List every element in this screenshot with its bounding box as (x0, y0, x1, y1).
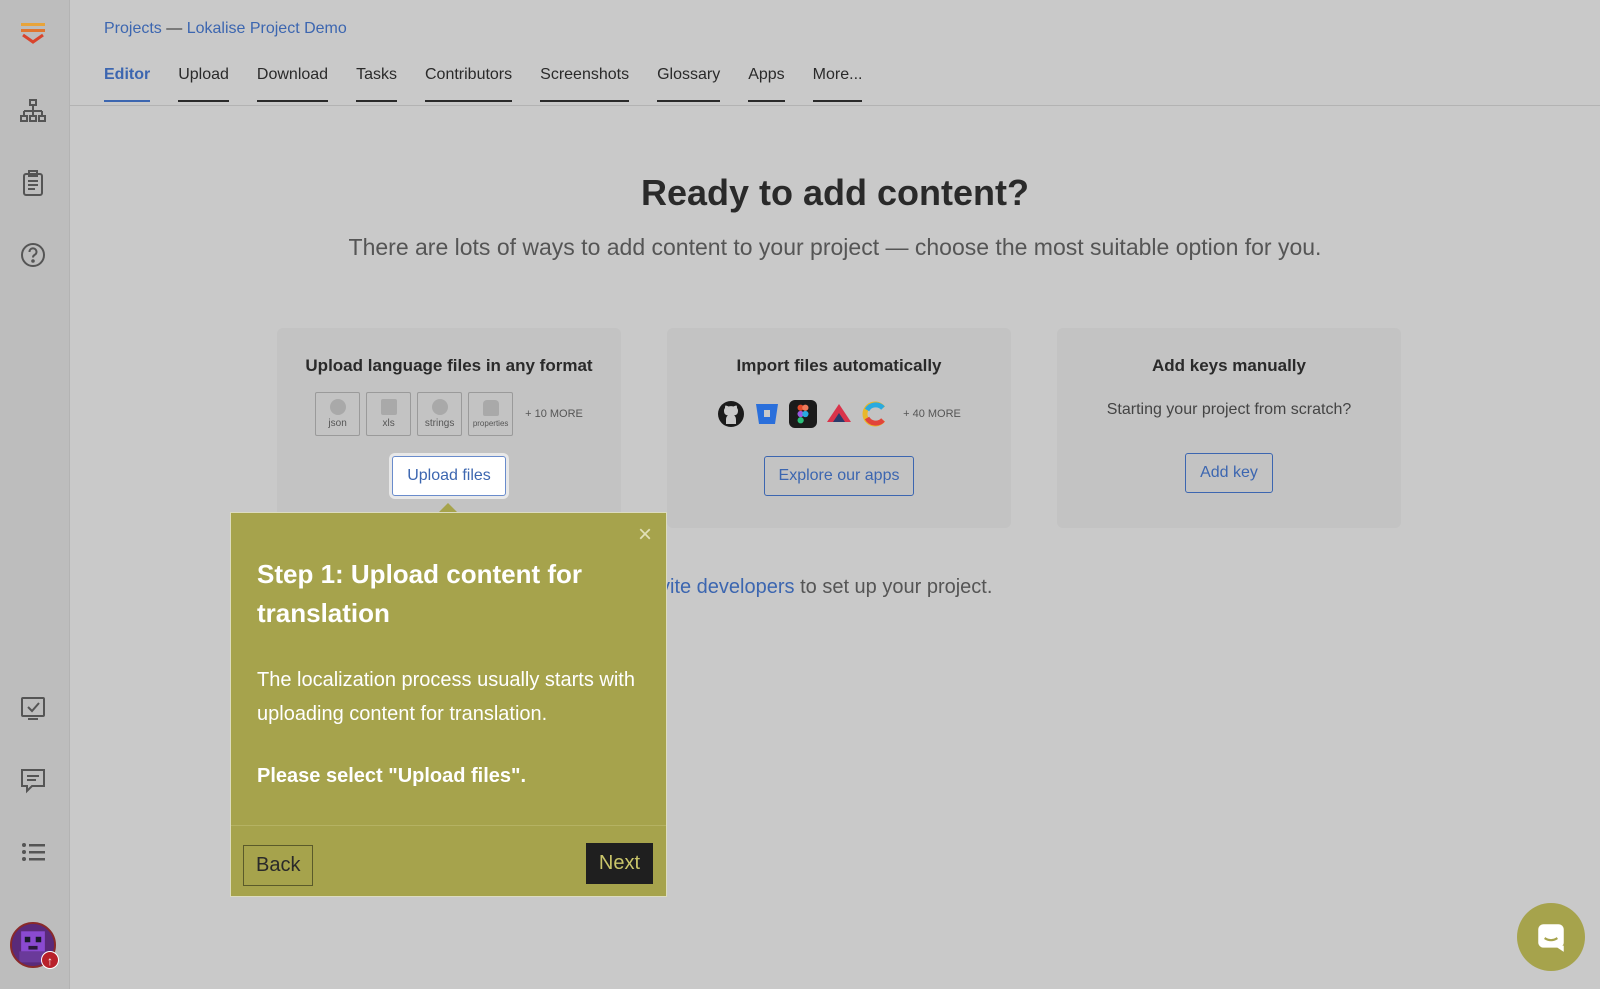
next-button[interactable]: Next (585, 843, 653, 884)
more-formats-label: + 10 MORE (525, 408, 583, 420)
notification-badge: ↑ (41, 951, 59, 969)
tab-upload[interactable]: Upload (178, 66, 229, 102)
list-icon[interactable] (17, 836, 49, 868)
add-keys-card-text: Starting your project from scratch? (1106, 401, 1352, 418)
close-icon[interactable]: × (638, 523, 652, 547)
c-logo-icon (861, 400, 889, 428)
json-format-icon: json (315, 392, 361, 436)
help-icon[interactable] (17, 239, 49, 271)
page-title: Ready to add content? (640, 172, 1030, 213)
upload-card-title: Upload language files in any format (305, 356, 593, 375)
strings-format-icon: strings (417, 392, 463, 436)
breadcrumb-projects-link[interactable]: Projects (104, 20, 162, 37)
format-label: xls (382, 418, 395, 429)
invite-developers-link[interactable]: vite developers (660, 576, 795, 598)
projects-hierarchy-icon[interactable] (17, 95, 49, 127)
more-apps-label: + 40 MORE (903, 408, 961, 420)
popup-cta: Please select "Upload files". (257, 765, 527, 787)
import-files-card: Import files automatically + 40 MORE Exp… (667, 328, 1011, 528)
add-keys-card: Add keys manually Starting your project … (1057, 328, 1401, 528)
chat-icon (1538, 924, 1564, 952)
figma-icon (789, 400, 818, 428)
format-label: strings (424, 418, 455, 429)
tab-contributors[interactable]: Contributors (424, 66, 513, 102)
lokalise-logo-icon[interactable] (17, 18, 49, 50)
contentful-icon (825, 400, 853, 428)
tab-apps[interactable]: Apps (748, 66, 785, 102)
bitbucket-icon (753, 400, 781, 428)
breadcrumb: Projects — Lokalise Project Demo (104, 20, 347, 38)
project-tabs: Editor Upload Download Tasks Contributor… (104, 66, 863, 102)
left-sidebar: ↑ (0, 0, 70, 989)
upload-files-button[interactable]: Upload files (392, 456, 506, 496)
tab-editor[interactable]: Editor (104, 66, 151, 102)
back-button[interactable]: Back (243, 845, 314, 886)
add-key-button[interactable]: Add key (1185, 453, 1273, 493)
project-header: Projects — Lokalise Project Demo Editor … (70, 0, 1600, 106)
tab-glossary[interactable]: Glossary (657, 66, 721, 102)
breadcrumb-project-link[interactable]: Lokalise Project Demo (187, 20, 347, 37)
github-icon (717, 400, 745, 428)
tab-tasks[interactable]: Tasks (356, 66, 397, 102)
comments-icon[interactable] (17, 764, 49, 796)
onboarding-tour-popup: × Step 1: Upload content for translation… (230, 512, 667, 897)
format-label: properties (472, 419, 509, 428)
breadcrumb-separator: — (161, 20, 187, 37)
popup-title: Step 1: Upload content for translation (257, 559, 582, 628)
popup-body: The localization process usually starts … (257, 669, 635, 725)
tab-download[interactable]: Download (256, 66, 329, 102)
properties-format-icon: properties (468, 392, 514, 436)
format-list: json xls strings properties + 10 MORE (277, 392, 621, 436)
upload-files-card: Upload language files in any format json… (277, 328, 621, 528)
popup-footer-divider (231, 825, 666, 826)
xls-format-icon: xls (366, 392, 412, 436)
page-subtitle: There are lots of ways to add content to… (348, 234, 1322, 260)
invite-developers-text: vite developers to set up your project. (660, 576, 992, 599)
chat-launcher-button[interactable] (1517, 903, 1585, 971)
explore-apps-button[interactable]: Explore our apps (763, 456, 915, 496)
format-label: json (328, 418, 347, 429)
tab-screenshots[interactable]: Screenshots (540, 66, 630, 102)
app-list: + 40 MORE (667, 392, 1011, 436)
import-card-title: Import files automatically (736, 356, 942, 375)
invite-developers-rest: to set up your project. (794, 576, 993, 598)
tab-more[interactable]: More... (812, 66, 863, 102)
clipboard-icon[interactable] (17, 167, 49, 199)
add-keys-card-title: Add keys manually (1151, 356, 1306, 375)
tasks-checkbox-icon[interactable] (17, 692, 49, 724)
